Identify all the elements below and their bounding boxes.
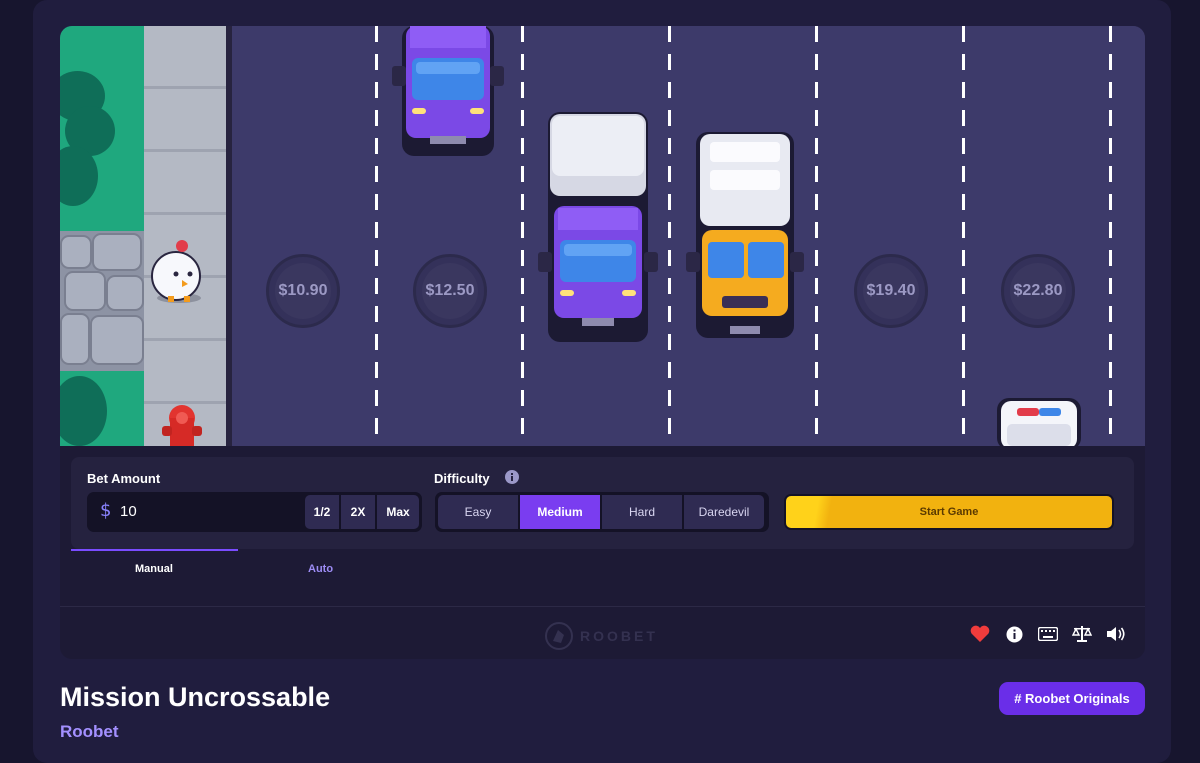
max-bet-button[interactable]: Max (377, 495, 419, 529)
lane-multiplier[interactable]: $12.50 (413, 254, 487, 328)
bet-amount-input[interactable]: $ 10 1/2 2X Max (87, 492, 422, 532)
half-bet-button[interactable]: 1/2 (305, 495, 339, 529)
sound-icon[interactable] (1105, 623, 1127, 645)
stone (106, 275, 144, 311)
mode-tabs: Manual Auto (71, 549, 1134, 597)
stone (90, 315, 144, 365)
lane-divider (668, 26, 671, 446)
keyboard-icon[interactable] (1037, 623, 1059, 645)
fire-hydrant (162, 405, 202, 446)
control-panel: Bet Amount $ 10 1/2 2X Max Difficulty Ea… (60, 446, 1145, 659)
difficulty-label: Difficulty (434, 471, 490, 486)
sidewalk (144, 26, 226, 446)
start-game-button[interactable]: Start Game (784, 494, 1114, 530)
active-tab-indicator (71, 549, 238, 551)
roobet-originals-tag[interactable]: # Roobet Originals (999, 682, 1145, 715)
game-footer: ROOBET (60, 606, 1145, 660)
stone (60, 313, 90, 365)
tab-manual[interactable]: Manual (135, 563, 173, 575)
game-provider[interactable]: Roobet (60, 722, 119, 742)
lane-multiplier[interactable]: $22.80 (1001, 254, 1075, 328)
yellow-cab-truck (686, 132, 804, 338)
difficulty-daredevil[interactable]: Daredevil (684, 495, 764, 529)
kangaroo-icon (545, 622, 573, 650)
difficulty-selector: Easy Medium Hard Daredevil (435, 492, 769, 532)
brand-text: ROOBET (580, 628, 658, 644)
difficulty-hard[interactable]: Hard (602, 495, 682, 529)
police-car (997, 398, 1081, 446)
game-info-icon[interactable] (1003, 623, 1025, 645)
fairness-scale-icon[interactable] (1071, 623, 1093, 645)
multiplier-label: $19.40 (866, 282, 916, 299)
stone-path (60, 231, 144, 371)
stone (60, 235, 92, 269)
lane-divider (375, 26, 378, 446)
roobet-logo: ROOBET (544, 621, 658, 651)
bet-amount-value[interactable]: 10 (120, 503, 137, 520)
difficulty-medium[interactable]: Medium (520, 495, 600, 529)
lane-divider (1109, 26, 1112, 446)
lane-divider (962, 26, 965, 446)
multiplier-label: $12.50 (425, 282, 475, 299)
lane-multiplier[interactable]: $10.90 (266, 254, 340, 328)
multiplier-label: $22.80 (1013, 282, 1063, 299)
favorite-heart-icon[interactable] (969, 623, 991, 645)
chicken-player[interactable] (150, 240, 208, 304)
purple-van (392, 26, 504, 156)
bet-amount-label: Bet Amount (87, 471, 161, 486)
tab-auto[interactable]: Auto (308, 563, 333, 575)
lane-multiplier[interactable]: $19.40 (854, 254, 928, 328)
bush (60, 376, 107, 446)
difficulty-easy[interactable]: Easy (438, 495, 518, 529)
info-icon[interactable] (505, 470, 519, 484)
stone (64, 271, 106, 311)
double-bet-button[interactable]: 2X (341, 495, 375, 529)
game-title: Mission Uncrossable (60, 682, 331, 712)
multiplier-label: $10.90 (278, 282, 328, 299)
bet-bar: Bet Amount $ 10 1/2 2X Max Difficulty Ea… (71, 457, 1134, 549)
lane-divider (521, 26, 524, 446)
game-board: $10.90 $12.50 $19.40 $22.80 (60, 26, 1145, 446)
currency-symbol: $ (100, 500, 112, 521)
lane-divider (815, 26, 818, 446)
stone (92, 233, 142, 271)
box-truck (538, 112, 658, 342)
